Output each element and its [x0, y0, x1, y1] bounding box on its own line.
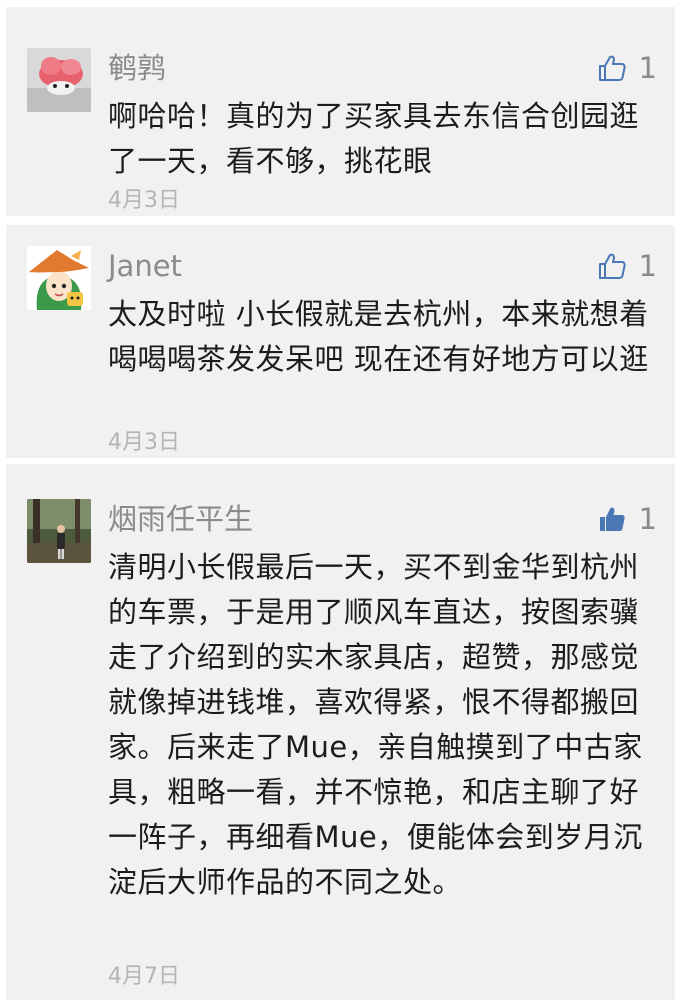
- comment-author[interactable]: 烟雨任平生: [108, 502, 253, 536]
- comment-text: 太及时啦 小长假就是去杭州，本来就想着喝喝喝茶发发呆吧 现在还有好地方可以逛: [108, 297, 649, 376]
- like-button[interactable]: 1: [597, 51, 657, 85]
- thumbs-up-filled-icon: [599, 507, 625, 531]
- user-avatar[interactable]: [27, 499, 91, 563]
- comment-date: 4月7日: [108, 964, 180, 989]
- comment-author[interactable]: 鹌鹑: [108, 51, 166, 85]
- comment-author[interactable]: Janet: [108, 249, 182, 283]
- comment-text: 啊哈哈！真的为了买家具去东信合创园逛了一天，看不够，挑花眼: [108, 99, 640, 178]
- like-count: 1: [638, 51, 657, 85]
- like-button[interactable]: 1: [597, 249, 657, 283]
- user-avatar[interactable]: [27, 246, 91, 310]
- comment-date: 4月3日: [108, 430, 180, 455]
- thumbs-up-outline-icon: [598, 253, 626, 279]
- user-avatar[interactable]: [27, 48, 91, 112]
- pink-fluffy-animal-avatar-icon: [27, 48, 91, 112]
- comment-date: 4月3日: [108, 188, 180, 213]
- like-button[interactable]: 1: [597, 502, 657, 536]
- like-count: 1: [638, 502, 657, 536]
- comment-card: 鹌鹑 1 啊哈哈！真的为了买家具去东信合创园逛了一天，看不够，挑花眼 4月3日: [6, 7, 675, 216]
- comment-text: 清明小长假最后一天，买不到金华到杭州的车票，于是用了顺风车直达，按图索骥走了介绍…: [108, 550, 643, 899]
- thumbs-up-outline-icon: [598, 55, 626, 81]
- comment-card: 烟雨任平生 1 清明小长假最后一天，买不到金华到杭州的车票，于是用了顺风车直达，…: [6, 464, 675, 1000]
- comments-page: 鹌鹑 1 啊哈哈！真的为了买家具去东信合创园逛了一天，看不够，挑花眼 4月3日: [0, 0, 681, 1000]
- person-in-forest-photo-avatar-icon: [27, 499, 91, 563]
- comment-card: Janet 1 太及时啦 小长假就是去杭州，本来就想着喝喝喝茶发发呆吧 现在还有…: [6, 225, 675, 458]
- like-count: 1: [638, 249, 657, 283]
- cartoon-girl-witch-hat-avatar-icon: [27, 246, 91, 310]
